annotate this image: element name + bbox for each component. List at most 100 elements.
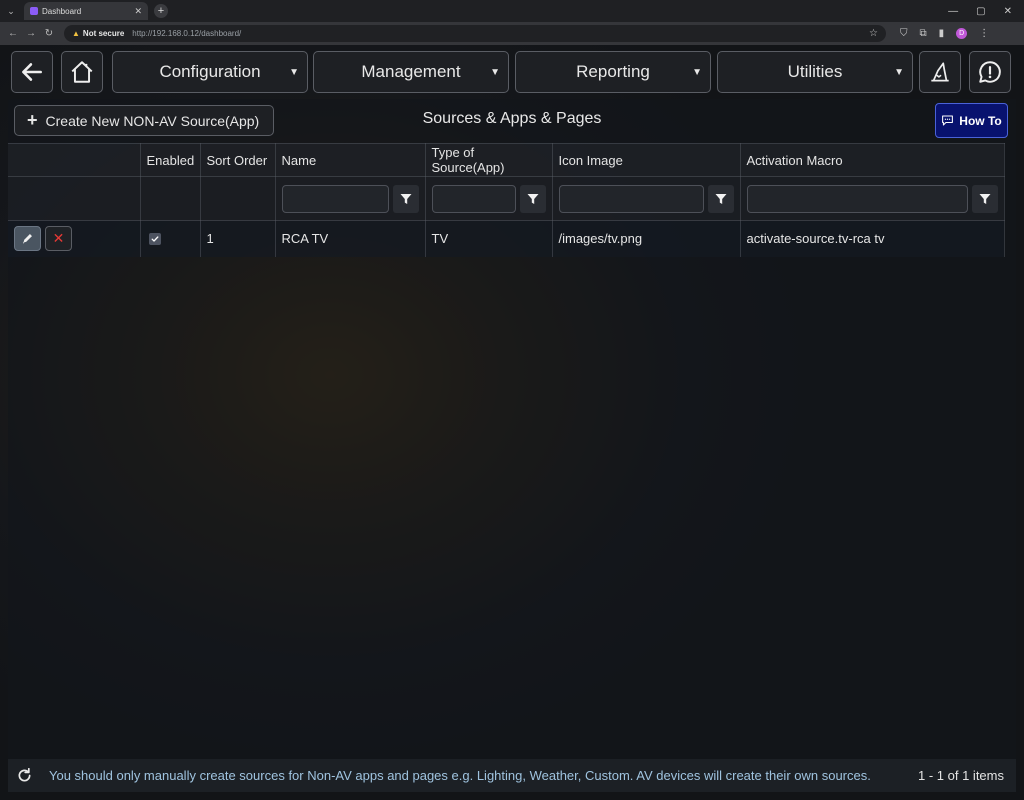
maximize-icon[interactable]: ▢ — [976, 6, 985, 17]
refresh-icon — [18, 768, 31, 782]
icon-image-filter-input[interactable] — [558, 184, 704, 213]
funnel-icon — [979, 193, 990, 204]
forward-icon[interactable]: → — [22, 28, 40, 39]
sources-panel: + Create New NON-AV Source(App) Sources … — [8, 99, 1016, 759]
puzzle-extension-icon[interactable]: ⧉ — [920, 28, 927, 39]
back-icon[interactable]: ← — [4, 28, 22, 39]
col-header-activation-macro[interactable]: Activation Macro — [740, 143, 1005, 177]
wizard-hat-icon — [931, 62, 949, 82]
col-header-icon-image[interactable]: Icon Image — [552, 143, 741, 177]
profile-avatar[interactable]: D — [956, 28, 968, 39]
browser-menu-icon[interactable]: ⋮ — [979, 28, 989, 39]
caret-down-icon: ▼ — [692, 67, 702, 78]
filter-cell-name — [275, 176, 426, 221]
reporting-menu-button[interactable]: Reporting ▼ — [515, 51, 711, 93]
table-row[interactable]: ✕ 1 RCA TV TV /images/tv.png activate-so… — [8, 220, 1005, 257]
col-header-enabled[interactable]: Enabled — [140, 143, 201, 177]
refresh-button[interactable] — [17, 768, 39, 783]
page-title: Sources & Apps & Pages — [422, 110, 602, 127]
filter-cell-icon-image — [552, 176, 741, 221]
chat-bubble-icon — [942, 115, 954, 126]
menu-label: Reporting — [576, 62, 650, 81]
funnel-icon — [400, 193, 411, 204]
page: Configuration ▼ Management ▼ Reporting ▼… — [0, 45, 1024, 800]
browser-tabstrip: ⌄ Dashboard ✕ + — ▢ ✕ — [0, 0, 1024, 22]
funnel-icon — [715, 193, 726, 204]
alerts-button[interactable] — [969, 51, 1011, 93]
enabled-checkbox[interactable] — [148, 233, 161, 245]
type-filter-input[interactable] — [431, 184, 516, 213]
utilities-menu-button[interactable]: Utilities ▼ — [717, 51, 913, 93]
tab-close-icon[interactable]: ✕ — [134, 6, 142, 17]
activation-macro-cell: activate-source.tv-rca tv — [740, 220, 1005, 257]
how-to-label: How To — [959, 113, 1002, 128]
row-actions-cell: ✕ — [8, 220, 141, 257]
management-menu-button[interactable]: Management ▼ — [313, 51, 509, 93]
favicon-icon — [30, 7, 38, 15]
grid-footer: You should only manually create sources … — [8, 759, 1016, 792]
filter-cell-empty — [200, 176, 276, 221]
name-filter-input[interactable] — [281, 184, 389, 213]
sort-order-cell: 1 — [200, 220, 276, 257]
type-filter-button[interactable] — [519, 184, 546, 213]
col-header-name[interactable]: Name — [275, 143, 426, 177]
sources-grid: Enabled Sort Order Name Type of Source(A… — [8, 143, 1005, 257]
filter-cell-type — [425, 176, 553, 221]
caret-down-icon: ▼ — [894, 67, 904, 78]
name-filter-button[interactable] — [392, 184, 419, 213]
grid-toolbar: + Create New NON-AV Source(App) Sources … — [8, 99, 1016, 143]
col-header-sort-order[interactable]: Sort Order — [200, 143, 276, 177]
home-button[interactable] — [61, 51, 103, 93]
activation-macro-filter-button[interactable] — [971, 184, 998, 213]
caret-down-icon: ▼ — [289, 67, 299, 78]
window-close-icon[interactable]: ✕ — [1004, 6, 1012, 17]
type-cell: TV — [425, 220, 553, 257]
filter-cell-activation-macro — [740, 176, 1005, 221]
configuration-menu-button[interactable]: Configuration ▼ — [112, 51, 308, 93]
menu-label: Utilities — [787, 62, 843, 81]
sidepanel-icon[interactable]: ▮ — [939, 28, 945, 39]
wizard-button[interactable] — [919, 51, 961, 93]
reload-icon[interactable]: ↻ — [40, 28, 58, 39]
col-header-actions — [8, 143, 141, 177]
delete-button[interactable]: ✕ — [45, 226, 72, 251]
menu-label: Management — [361, 62, 461, 81]
browser-toolbar: ← → ↻ ▲ Not secure http://192.168.0.12/d… — [0, 22, 1024, 45]
warning-icon: ▲ — [72, 29, 80, 38]
tab-search-icon[interactable]: ⌄ — [2, 2, 20, 20]
close-x-icon: ✕ — [52, 230, 65, 246]
minimize-icon[interactable]: — — [948, 6, 958, 17]
address-bar[interactable]: ▲ Not secure http://192.168.0.12/dashboa… — [64, 25, 886, 42]
checkmark-icon — [151, 236, 158, 242]
how-to-button[interactable]: How To — [935, 103, 1008, 138]
top-nav: Configuration ▼ Management ▼ Reporting ▼… — [0, 45, 1024, 99]
tab-title: Dashboard — [42, 6, 82, 16]
activation-macro-filter-input[interactable] — [746, 184, 968, 213]
security-label[interactable]: Not secure — [83, 29, 124, 38]
bookmark-star-icon[interactable]: ☆ — [869, 28, 878, 39]
alert-bubble-icon — [979, 61, 1001, 83]
filter-row — [8, 176, 1005, 221]
url-text[interactable]: http://192.168.0.12/dashboard/ — [132, 29, 241, 38]
enabled-cell — [140, 220, 201, 257]
icon-image-filter-button[interactable] — [707, 184, 734, 213]
browser-tab[interactable]: Dashboard ✕ — [24, 2, 148, 20]
icon-image-cell: /images/tv.png — [552, 220, 741, 257]
filter-cell-empty — [140, 176, 201, 221]
funnel-icon — [527, 193, 538, 204]
name-cell: RCA TV — [275, 220, 426, 257]
window-controls: — ▢ ✕ — [948, 6, 1012, 17]
caret-down-icon: ▼ — [490, 67, 500, 78]
home-icon — [71, 61, 93, 83]
pencil-icon — [22, 234, 32, 244]
arrow-left-icon — [22, 63, 42, 81]
col-header-type[interactable]: Type of Source(App) — [425, 143, 553, 177]
new-tab-icon[interactable]: + — [154, 4, 168, 18]
menu-label: Configuration — [159, 62, 261, 81]
filter-cell-empty — [8, 176, 141, 221]
footer-note: You should only manually create sources … — [49, 768, 871, 783]
back-button[interactable] — [11, 51, 53, 93]
pager-info: 1 - 1 of 1 items — [918, 768, 1004, 783]
edit-button[interactable] — [14, 226, 41, 251]
shield-extension-icon[interactable]: ⛉ — [900, 28, 908, 39]
